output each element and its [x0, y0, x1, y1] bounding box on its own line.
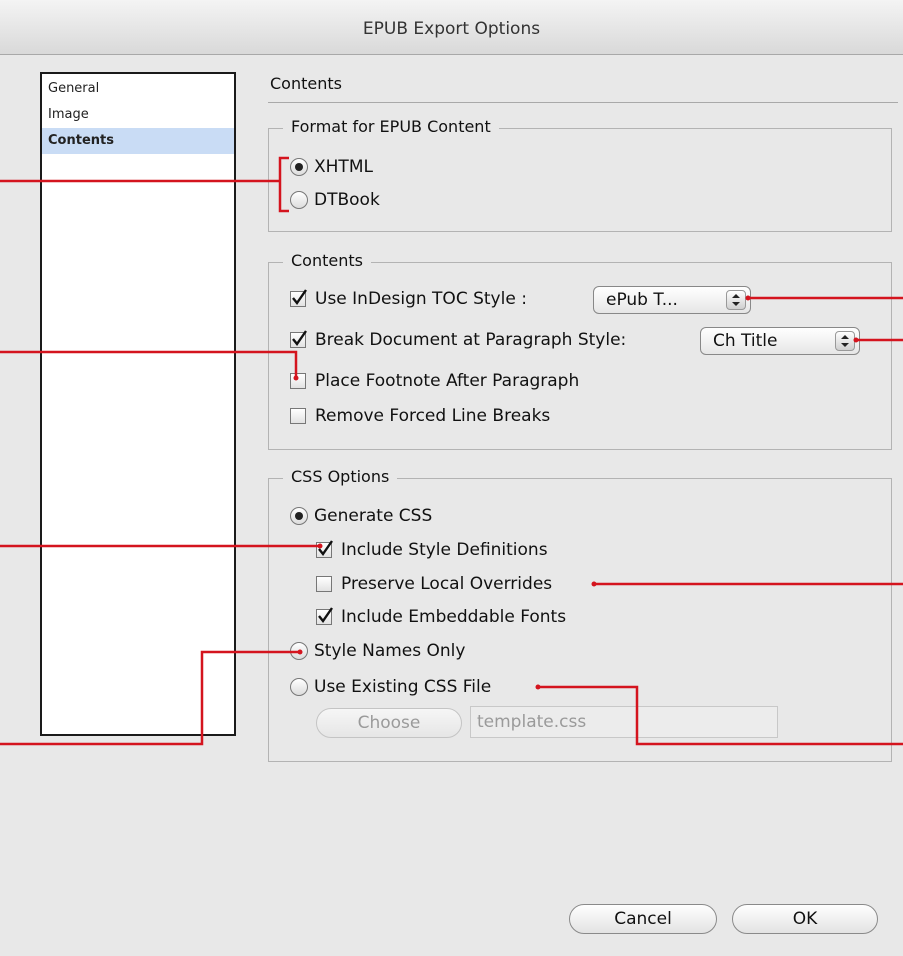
- paragraph-style-value: Ch Title: [713, 331, 778, 351]
- sidebar-item-image[interactable]: Image: [42, 102, 234, 128]
- radio-empty-icon: [290, 678, 308, 696]
- radio-empty-icon: [290, 642, 308, 660]
- existing-css-label: Use Existing CSS File: [314, 677, 492, 697]
- toc-style-checkbox[interactable]: Use InDesign TOC Style :: [290, 289, 527, 309]
- format-group: Format for EPUB Content: [268, 117, 892, 232]
- remove-line-breaks-label: Remove Forced Line Breaks: [315, 406, 551, 426]
- generate-css-label: Generate CSS: [314, 506, 433, 526]
- checkmark-icon: [290, 289, 307, 307]
- radio-empty-icon: [290, 191, 308, 209]
- footnote-checkbox[interactable]: Place Footnote After Paragraph: [290, 371, 579, 391]
- radio-selected-icon: [290, 507, 308, 525]
- format-group-legend: Format for EPUB Content: [283, 117, 499, 136]
- contents-group-legend: Contents: [283, 251, 371, 270]
- sidebar-item-contents[interactable]: Contents: [42, 128, 234, 154]
- paragraph-style-popup[interactable]: Ch Title: [700, 327, 860, 355]
- window-titlebar: EPUB Export Options: [0, 0, 903, 55]
- section-divider: [268, 102, 898, 103]
- embeddable-fonts-label: Include Embeddable Fonts: [341, 607, 567, 627]
- style-names-only-label: Style Names Only: [314, 641, 466, 661]
- checkbox-empty-icon: [290, 408, 306, 424]
- toc-style-value: ePub T...: [606, 290, 678, 310]
- preserve-overrides-checkbox[interactable]: Preserve Local Overrides: [316, 574, 552, 594]
- xhtml-radio[interactable]: XHTML: [290, 157, 373, 177]
- sidebar-item-general[interactable]: General: [42, 76, 234, 102]
- embeddable-fonts-checkbox[interactable]: Include Embeddable Fonts: [316, 607, 566, 627]
- generate-css-radio[interactable]: Generate CSS: [290, 506, 432, 526]
- footnote-label: Place Footnote After Paragraph: [315, 371, 580, 391]
- page-title: Contents: [270, 74, 342, 93]
- window-title: EPUB Export Options: [362, 19, 541, 39]
- break-document-checkbox[interactable]: Break Document at Paragraph Style:: [290, 330, 626, 350]
- checkmark-icon: [316, 540, 333, 558]
- css-options-legend: CSS Options: [283, 467, 398, 486]
- toc-style-popup[interactable]: ePub T...: [593, 286, 751, 314]
- radio-selected-icon: [290, 158, 308, 176]
- checkmark-icon: [290, 330, 307, 348]
- xhtml-label: XHTML: [314, 157, 373, 177]
- choose-button[interactable]: Choose: [316, 708, 462, 738]
- dtbook-radio[interactable]: DTBook: [290, 190, 380, 210]
- sidebar-list: General Image Contents: [40, 72, 236, 736]
- cancel-button[interactable]: Cancel: [569, 904, 717, 934]
- break-document-label: Break Document at Paragraph Style:: [315, 330, 627, 350]
- existing-css-radio[interactable]: Use Existing CSS File: [290, 677, 491, 697]
- include-style-definitions-label: Include Style Definitions: [341, 540, 548, 560]
- checkmark-icon: [316, 607, 333, 625]
- updown-arrows-icon: [726, 290, 746, 310]
- checkbox-empty-icon: [290, 373, 306, 389]
- updown-arrows-icon: [835, 331, 855, 351]
- css-file-field[interactable]: template.css: [470, 706, 778, 738]
- dtbook-label: DTBook: [314, 190, 380, 210]
- preserve-overrides-label: Preserve Local Overrides: [341, 574, 553, 594]
- remove-line-breaks-checkbox[interactable]: Remove Forced Line Breaks: [290, 406, 550, 426]
- include-style-definitions-checkbox[interactable]: Include Style Definitions: [316, 540, 548, 560]
- toc-style-label: Use InDesign TOC Style :: [315, 289, 527, 309]
- checkbox-empty-icon: [316, 576, 332, 592]
- ok-button[interactable]: OK: [732, 904, 878, 934]
- style-names-only-radio[interactable]: Style Names Only: [290, 641, 465, 661]
